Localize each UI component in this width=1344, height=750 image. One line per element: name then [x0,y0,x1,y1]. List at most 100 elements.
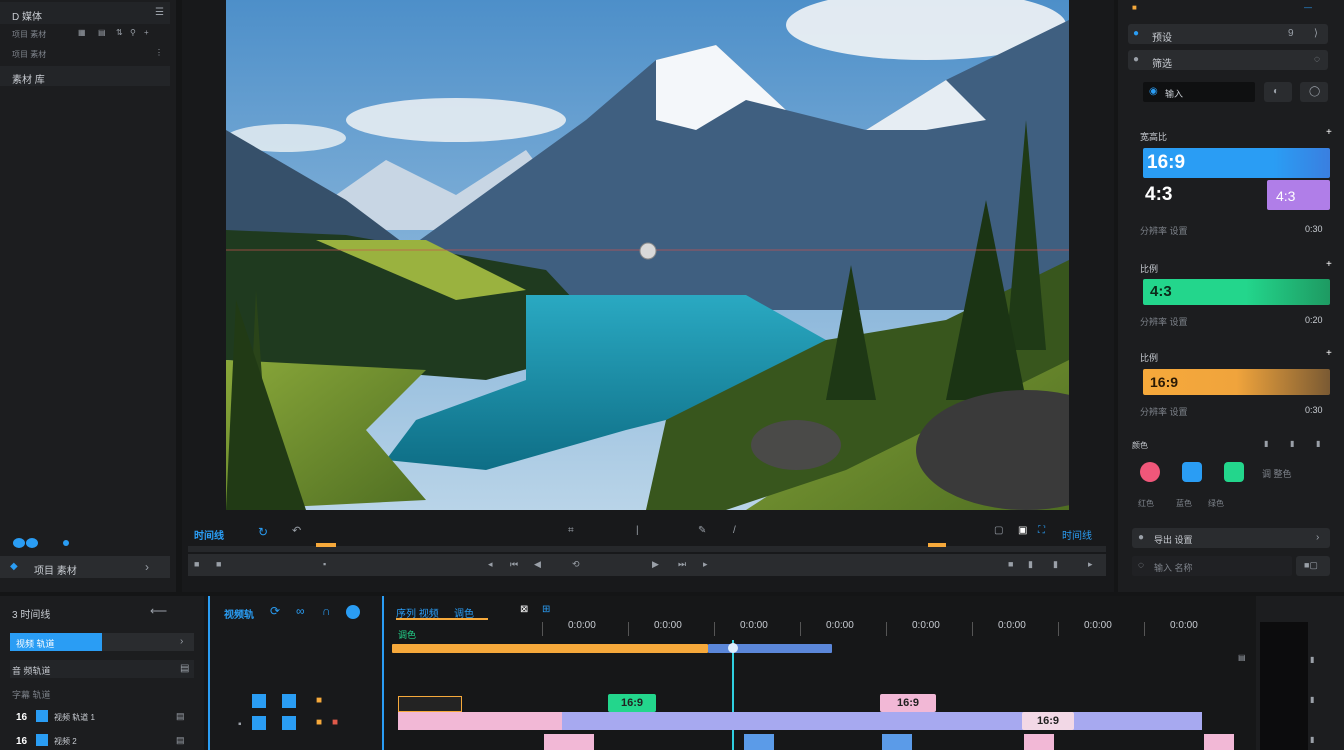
color-extra[interactable]: 调 整色 [1262,467,1292,480]
ruler-tick-label: 0:0:00 [740,620,768,631]
track-list-item-3[interactable]: 字幕 轨道 [12,688,51,701]
track-row-1-num: 16 [16,712,28,723]
work-area-bar-selected[interactable] [708,644,832,653]
clip-outline[interactable] [398,696,462,712]
refresh-icon[interactable]: ↻ [258,526,268,538]
marker-icon[interactable]: ▪ [323,560,326,569]
zoom-handle-icon[interactable]: ▤ [1238,654,1246,662]
volume-icon[interactable]: ■ [1008,560,1013,569]
grid-icon[interactable]: ▦ [78,29,86,37]
video-clip-pink[interactable] [398,712,562,730]
search-input[interactable]: ◉ 输入 [1143,82,1255,102]
timeline-ruler[interactable]: 0:0:00 0:0:00 0:0:00 0:0:00 0:0:00 0:0:00 0:0:… [542,618,1242,638]
audio-clip-1[interactable] [544,734,594,750]
grid-snap-icon[interactable]: ⊞ [542,605,550,615]
track-row-2-label: 视频 2 [54,737,77,746]
color-opt-icon-2[interactable]: ▮ [1290,440,1294,448]
track-eye-icon-1[interactable] [282,694,296,708]
playhead[interactable] [732,640,734,750]
track-list-item-2[interactable]: 音 频轨道 ▤ [10,660,194,678]
media-item[interactable]: 素材 库 [0,66,170,86]
section3-add-icon[interactable]: + [1326,349,1332,359]
search-option-button[interactable]: ◐ [1264,82,1292,102]
color-swatch-blue[interactable] [1182,462,1202,482]
image-icon[interactable]: ▣ [1018,526,1027,536]
slash-icon[interactable]: / [733,526,736,536]
track-audio-icon-2[interactable]: ■ [316,718,322,728]
color-swatch-red[interactable] [1140,462,1160,482]
sort-icon[interactable]: ⇅ [116,29,123,37]
color-opt-icon-3[interactable]: ▮ [1316,440,1320,448]
scrub-marker-out[interactable] [928,543,946,547]
undo-icon[interactable]: ↶ [292,526,301,537]
section1-add-icon[interactable]: + [1326,128,1332,138]
scrub-marker-in[interactable] [316,543,336,547]
video-clip-lavender[interactable] [562,712,1202,730]
preset-icon-2[interactable]: 9 [1288,29,1294,39]
preset-select[interactable]: ● 预设 9 ⟩ [1128,24,1328,44]
list-icon[interactable]: ▤ [98,29,106,37]
audio-clip-5[interactable] [1204,734,1234,750]
track-solo-icon-2[interactable]: ■ [332,718,338,728]
section2-add-icon[interactable]: + [1326,260,1332,270]
pin-icon[interactable]: ⟵ [150,605,167,617]
prev-frame-icon[interactable]: ◂ [488,560,493,569]
viewer-scrub-bar[interactable] [188,543,1106,552]
stop-icon-2[interactable]: ■ [216,560,221,569]
audio-clip-3[interactable] [882,734,912,750]
color-opt-icon-1[interactable]: ▮ [1264,440,1268,448]
sync-icon[interactable]: ⟳ [270,605,280,617]
track-lock-icon-2[interactable] [252,716,266,730]
add-icon[interactable]: + [144,29,149,37]
search-clear-button[interactable]: ◯ [1300,82,1328,102]
color-swatch-green[interactable] [1224,462,1244,482]
clip-label-white[interactable]: 16:9 [1022,712,1074,730]
edit-icon[interactable]: ✎ [698,526,706,536]
meter-icon-3: ▮ [1310,735,1315,744]
fit-icon[interactable]: ⛶ [1038,526,1045,536]
track-list-item-active-rest[interactable]: › [102,633,194,651]
playhead-handle[interactable] [728,643,738,653]
expand-icon[interactable]: ▸ [1088,560,1093,569]
magnet-icon[interactable]: ∩ [322,605,331,617]
work-area-bar[interactable] [392,644,708,653]
play-icon[interactable]: ▶ [652,560,659,569]
step-forward-icon[interactable]: ⏭ [678,560,686,569]
name-action-button[interactable]: ■▢ [1296,556,1330,576]
chevron-right-icon[interactable]: › [145,561,149,573]
audio-clip-2[interactable] [744,734,774,750]
audio-clip-4[interactable] [1024,734,1054,750]
more-icon[interactable]: ⋮ [155,49,163,57]
record-icon[interactable] [346,605,360,619]
track-lock-icon-1[interactable] [252,694,266,708]
snap-icon[interactable]: ⊠ [520,605,528,615]
play-back-icon[interactable]: ◀ [534,560,541,569]
track-eye-icon-2[interactable] [282,716,296,730]
name-input[interactable]: ◌ 输入 名称 [1132,556,1292,576]
filter-toggle-icon[interactable]: ◌ [1314,55,1320,65]
track-row-2[interactable]: 16 视频 2 ▤ [0,732,200,750]
timeline-area[interactable]: 序列 视频 调色 ⊠ ⊞ 调色 0:0:00 0:0:00 0:0:00 0:0:00… [382,596,1256,750]
capture-icon[interactable]: ▢ [994,526,1003,536]
clip-green[interactable]: 16:9 [608,694,656,712]
fullscreen-icon[interactable]: ▮ [1028,560,1033,569]
filter-select[interactable]: ● 筛选 ◌ [1128,50,1328,70]
track-row-1[interactable]: 16 视频 轨道 1 ▤ [0,708,200,726]
menu-icon[interactable]: ☰ [155,8,164,18]
export-button[interactable]: ● 导出 设置 › [1132,528,1330,548]
filter-icon[interactable]: ⚲ [130,29,136,37]
crop-icon[interactable]: ⌗ [568,526,574,536]
loop-icon[interactable]: ⟲ [572,560,580,569]
next-frame-icon[interactable]: ▸ [703,560,708,569]
settings-icon[interactable]: ▮ [1053,560,1058,569]
stop-icon[interactable]: ■ [194,560,199,569]
track-mute-icon[interactable]: ▪ [238,720,242,730]
preview-image[interactable] [226,0,1069,510]
track-list-item-active[interactable]: 视频 轨道 [10,633,102,651]
link-icon[interactable]: ∞ [296,605,305,617]
preset-toggle-icon[interactable]: ⟩ [1314,29,1318,39]
step-back-icon[interactable]: ⏮ [510,560,518,569]
track-audio-icon-1[interactable]: ■ [316,696,322,706]
minimize-icon[interactable]: — [1304,4,1312,12]
clip-pink[interactable]: 16:9 [880,694,936,712]
